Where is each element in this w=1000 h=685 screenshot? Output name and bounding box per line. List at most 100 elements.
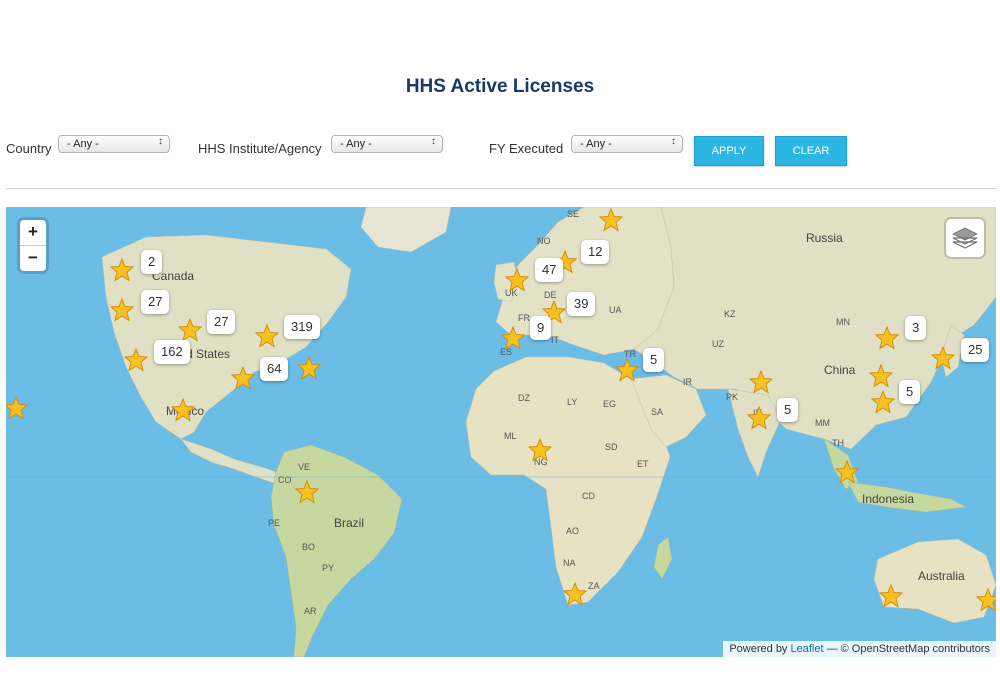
- clear-button[interactable]: CLEAR: [775, 136, 847, 166]
- attribution-suffix: — © OpenStreetMap contributors: [823, 643, 990, 655]
- zoom-control: + −: [20, 220, 46, 271]
- country-code-label: ET: [637, 459, 649, 469]
- place-label: China: [824, 363, 856, 377]
- marker-star-icon[interactable]: [599, 208, 623, 232]
- agency-select-value: - Any -: [340, 138, 372, 150]
- leaflet-link[interactable]: Leaflet: [791, 643, 824, 655]
- marker-star-icon[interactable]: [110, 258, 134, 282]
- layers-button[interactable]: [946, 219, 984, 257]
- cluster-count-badge[interactable]: 5: [899, 380, 921, 404]
- zoom-out-button[interactable]: −: [20, 245, 46, 271]
- place-label: d States: [186, 347, 231, 361]
- zoom-in-button[interactable]: +: [20, 220, 46, 245]
- country-code-label: VE: [298, 462, 311, 472]
- country-code-label: MM: [815, 418, 830, 428]
- country-filter-label: Country: [6, 141, 52, 156]
- country-code-label: MN: [836, 317, 850, 327]
- country-code-label: NO: [537, 236, 551, 246]
- marker-star-icon[interactable]: [747, 406, 771, 430]
- place-label: Brazil: [334, 516, 365, 530]
- country-code-label: SA: [651, 407, 664, 417]
- country-code-label: CD: [582, 491, 595, 501]
- cluster-count-badge[interactable]: 64: [260, 357, 289, 381]
- marker-star-icon[interactable]: [879, 584, 903, 608]
- country-select[interactable]: - Any - ↕: [58, 135, 170, 153]
- world-map[interactable]: + − Canada d States Mexico Brazil Russia…: [6, 207, 996, 657]
- agency-select[interactable]: - Any - ↕: [331, 135, 443, 153]
- fy-select[interactable]: - Any - ↕: [571, 135, 683, 153]
- marker-star-icon[interactable]: [869, 364, 893, 388]
- country-code-label: DZ: [518, 393, 530, 403]
- attribution-prefix: Powered by: [729, 643, 791, 655]
- filter-bar: Country - Any - ↕ HHS Institute/Agency -…: [6, 134, 996, 168]
- select-arrows-icon: ↕: [671, 136, 676, 147]
- country-code-label: DE: [544, 290, 557, 300]
- country-code-label: BO: [302, 542, 316, 552]
- marker-star-icon[interactable]: [297, 356, 321, 380]
- place-label: Indonesia: [862, 492, 915, 506]
- cluster-count-badge[interactable]: 12: [581, 240, 610, 264]
- marker-star-icon[interactable]: [505, 268, 529, 292]
- marker-star-icon[interactable]: [124, 348, 148, 372]
- map-attribution: Powered by Leaflet — © OpenStreetMap con…: [723, 641, 996, 657]
- marker-star-icon[interactable]: [835, 460, 859, 484]
- marker-star-icon[interactable]: [931, 346, 955, 370]
- marker-star-icon[interactable]: [178, 318, 202, 342]
- country-code-label: NA: [563, 558, 576, 568]
- cluster-count-badge[interactable]: 162: [154, 340, 190, 364]
- marker-star-icon[interactable]: [110, 298, 134, 322]
- marker-star-icon[interactable]: [749, 370, 773, 394]
- agency-filter-label: HHS Institute/Agency: [198, 141, 322, 156]
- cluster-count-badge[interactable]: 2: [141, 250, 163, 274]
- country-code-label: ZA: [588, 581, 600, 591]
- country-code-label: UA: [609, 305, 622, 315]
- country-code-label: SE: [567, 209, 580, 219]
- marker-star-icon[interactable]: [501, 326, 525, 350]
- country-code-label: SD: [605, 442, 618, 452]
- country-code-label: PE: [268, 518, 281, 528]
- marker-star-icon[interactable]: [875, 326, 899, 350]
- marker-star-icon[interactable]: [171, 398, 195, 422]
- country-code-label: EG: [603, 399, 617, 409]
- marker-star-icon[interactable]: [6, 396, 28, 420]
- country-code-label: PY: [322, 563, 335, 573]
- marker-star-icon[interactable]: [255, 324, 279, 348]
- country-code-label: TH: [832, 438, 844, 448]
- country-code-label: UZ: [712, 339, 724, 349]
- cluster-count-badge[interactable]: 319: [284, 315, 320, 339]
- fy-filter-label: FY Executed: [489, 141, 564, 156]
- cluster-count-badge[interactable]: 25: [961, 338, 990, 362]
- madagascar-land: [653, 536, 673, 580]
- marker-star-icon[interactable]: [528, 438, 552, 462]
- greenland-land: [360, 207, 452, 253]
- page-title: HHS Active Licenses: [405, 76, 595, 97]
- divider: [6, 188, 996, 189]
- layers-icon: [952, 227, 978, 249]
- country-code-label: IR: [683, 377, 692, 387]
- country-code-label: AR: [304, 606, 317, 616]
- place-label: Australia: [918, 569, 965, 583]
- cluster-count-badge[interactable]: 47: [535, 258, 564, 282]
- marker-star-icon[interactable]: [563, 582, 587, 606]
- cluster-count-badge[interactable]: 27: [141, 290, 170, 314]
- country-code-label: KZ: [724, 309, 736, 319]
- select-arrows-icon: ↕: [158, 136, 163, 147]
- cluster-count-badge[interactable]: 5: [643, 348, 665, 372]
- cluster-count-badge[interactable]: 9: [530, 316, 552, 340]
- marker-star-icon[interactable]: [976, 588, 996, 612]
- cluster-count-badge[interactable]: 5: [777, 398, 799, 422]
- apply-button[interactable]: APPLY: [694, 136, 764, 166]
- central-america-land: [180, 438, 289, 486]
- place-label: Russia: [806, 231, 843, 245]
- marker-star-icon[interactable]: [871, 390, 895, 414]
- cluster-count-badge[interactable]: 27: [207, 310, 236, 334]
- marker-star-icon[interactable]: [231, 366, 255, 390]
- marker-star-icon[interactable]: [295, 480, 319, 504]
- country-select-value: - Any -: [67, 138, 99, 150]
- country-code-label: AO: [566, 526, 580, 536]
- country-code-label: ML: [504, 431, 517, 441]
- cluster-count-badge[interactable]: 39: [567, 292, 596, 316]
- marker-star-icon[interactable]: [615, 358, 639, 382]
- cluster-count-badge[interactable]: 3: [905, 316, 927, 340]
- country-code-label: FR: [518, 313, 530, 323]
